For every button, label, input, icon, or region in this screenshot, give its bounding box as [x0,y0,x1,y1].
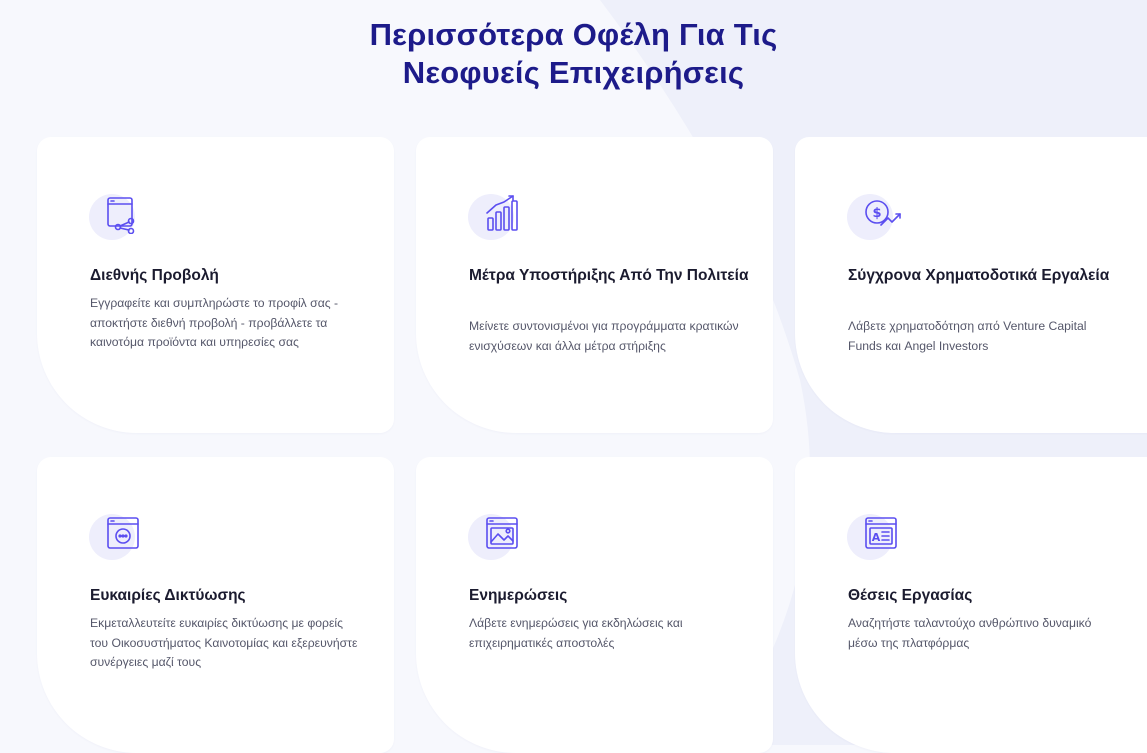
card-description: Αναζητήστε ταλαντούχο ανθρώπινο δυναμικό… [848,616,1092,650]
browser-share-icon [107,197,135,234]
heading-line-1: Περισσότερα Οφέλη Για Τις [369,17,778,52]
card-jobs[interactable]: A Θέσεις Εργασίας Αναζητήστε ταλαντούχο … [795,457,1147,753]
card-description: Εκμεταλλευτείτε ευκαιρίες δικτύωσης με φ… [90,616,358,669]
card-title: Ενημερώσεις [469,587,568,604]
card-title: Σύγχρονα Χρηματοδοτικά Εργαλεία [848,267,1110,284]
page-heading: Περισσότερα Οφέλη Για Τις Νεοφυείς Επιχε… [0,16,1147,92]
card-icon-container [468,510,532,562]
card-description: Εγγραφείτε και συμπληρώστε το προφίλ σας… [90,296,339,349]
card-title: Διεθνής Προβολή [90,267,219,284]
card-icon-container [89,510,153,562]
card-title: Ευκαιρίες Δικτύωσης [90,587,246,604]
card-icon-container: $ [847,190,911,242]
card-icon-container: A [847,510,911,562]
svg-text:$: $ [872,206,881,221]
card-title: Μέτρα Υποστήριξης Από Την Πολιτεία [469,267,749,284]
growth-chart-icon [486,195,518,231]
card-title: Θέσεις Εργασίας [848,587,973,604]
card-description: Λάβετε χρηματοδότηση από Venture Capital… [848,319,1087,353]
card-description: Λάβετε ενημερώσεις για εκδηλώσεις και επ… [469,616,683,650]
card-description: Μείνετε συντονισμένοι για προγράμματα κρ… [469,319,739,353]
card-networking[interactable]: Ευκαιρίες Δικτύωσης Εκμεταλλευτείτε ευκα… [37,457,394,753]
svg-text:A: A [872,531,881,544]
heading-line-2: Νεοφυείς Επιχειρήσεις [402,55,745,90]
dollar-growth-icon: $ [865,200,901,226]
card-international-exposure[interactable]: Διεθνής Προβολή Εγγραφείτε και συμπληρώσ… [37,137,394,433]
browser-image-icon [486,517,518,549]
browser-chat-icon [107,517,139,549]
card-state-support[interactable]: Μέτρα Υποστήριξης Από Την Πολιτεία Μείνε… [416,137,773,433]
card-financing-tools[interactable]: $ Σύγχρονα Χρηματοδοτικά Εργαλεία Λάβετε… [795,137,1147,433]
document-text-icon: A [865,517,897,549]
card-icon-container [89,190,153,242]
card-updates[interactable]: Ενημερώσεις Λάβετε ενημερώσεις για εκδηλ… [416,457,773,753]
card-icon-container [468,190,532,242]
